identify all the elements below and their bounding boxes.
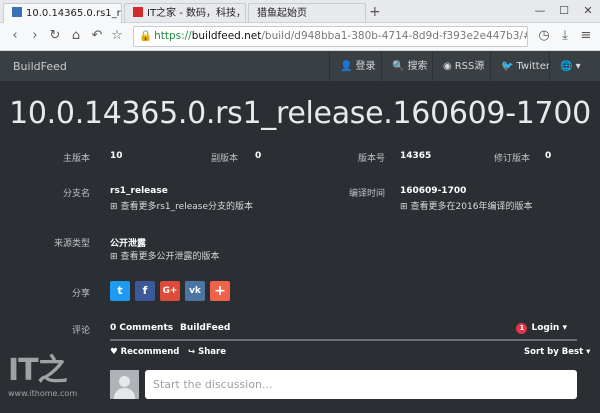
branch-value: rs1_release [110,186,168,196]
comments-count-tab[interactable]: 0 Comments [110,323,173,333]
tab-start-page[interactable]: 猎鱼起始页 [248,3,366,23]
forward-icon[interactable]: › [26,27,44,45]
globe-icon: 🌐 [560,61,573,72]
site-brand[interactable]: BuildFeed [13,51,67,82]
browser-toolbar: ‹ › ↻ ⌂ ↶ ☆ 🔒 https://buildfeed.net/build… [0,23,600,51]
maximize-icon[interactable]: ☐ [552,0,576,23]
undo-close-icon[interactable]: ↶ [88,27,106,45]
download-icon[interactable]: ⤓ [556,27,574,45]
share-arrow-icon: ↪ [188,347,196,357]
caret-down-icon: ▾ [586,347,591,357]
nav-search[interactable]: 🔍 搜索 [381,51,437,82]
compiled-more-link[interactable]: ⊞ 查看更多在2016年编译的版本 [400,199,532,212]
revision-label: 修订版本 [493,154,530,164]
twitter-share-icon[interactable]: t [110,281,130,301]
plus-square-icon: ⊞ [110,202,118,212]
history-icon[interactable]: ◷ [535,27,553,45]
share-discussion-button[interactable]: ↪ Share [188,347,226,357]
reload-icon[interactable]: ↻ [46,27,64,45]
nav-language[interactable]: 🌐 ▾ [549,51,600,82]
chevron-down-icon: ▾ [575,61,581,72]
minor-label: 副版本 [210,154,238,164]
recommend-button[interactable]: ♥ Recommend [110,347,179,357]
ithome-watermark: IT之 www.ithome.com [8,345,77,398]
rss-icon: ◉ [443,61,452,72]
branch-label: 分支名 [62,189,90,199]
close-window-icon[interactable]: ✕ [576,0,600,23]
home-icon[interactable]: ⌂ [67,27,85,45]
address-bar[interactable]: 🔒 https://buildfeed.net/build/d948bba1-38… [133,26,528,47]
buildfeed-favicon-icon [12,7,22,17]
browser-tab-bar: 10.0.14365.0.rs1_release.1 IT之家 - 数码，科技，… [0,0,600,23]
window-controls: — ☐ ✕ [528,0,600,23]
tab-buildfeed[interactable]: 10.0.14365.0.rs1_release.1 [3,3,122,23]
compiled-value: 160609-1700 [400,186,467,196]
bookmark-star-icon[interactable]: ☆ [108,27,126,45]
revision-value: 0 [545,151,552,161]
menu-icon[interactable]: ≡ [577,27,595,45]
source-more-link[interactable]: ⊞ 查看更多公开泄露的版本 [110,249,220,262]
facebook-share-icon[interactable]: f [135,281,155,301]
vk-share-icon[interactable]: vk [185,281,205,301]
heart-icon: ♥ [110,347,118,357]
plus-square-icon: ⊞ [400,202,408,212]
new-tab-icon[interactable]: + [369,3,381,21]
build-number-value: 14365 [400,151,432,161]
notification-badge: 1 [516,323,528,334]
lock-icon: 🔒 [139,30,153,42]
sort-dropdown[interactable]: Sort by Best ▾ [524,347,590,357]
major-value: 10 [110,151,123,161]
avatar [110,370,139,399]
comment-input[interactable]: Start the discussion... [145,370,577,399]
comments-label: 评论 [71,326,90,336]
nav-rss[interactable]: ◉ RSS源 [432,51,494,82]
build-page: 10.0.14365.0.rs1_release.160609-1700 主版本… [0,82,600,413]
more-share-icon[interactable]: + [210,281,230,301]
login-button[interactable]: 1 Login ▾ [516,323,567,334]
search-icon: 🔍 [392,61,405,72]
twitter-icon: 🐦 [501,61,514,72]
back-icon[interactable]: ‹ [6,27,24,45]
page-title: 10.0.14365.0.rs1_release.160609-1700 [9,96,591,131]
comments-header: 0 Comments BuildFeed 1 Login ▾ [110,319,577,341]
source-value: 公开泄露 [110,239,147,249]
build-number-label: 版本号 [357,154,385,164]
plus-square-icon: ⊞ [110,252,118,262]
watermark-url: www.ithome.com [8,389,78,398]
google-plus-share-icon[interactable]: G+ [160,281,180,301]
source-label: 来源类型 [53,239,90,249]
ithome-favicon-icon [133,7,143,17]
branch-more-link[interactable]: ⊞ 查看更多rs1_release分支的版本 [110,199,253,212]
minor-value: 0 [255,151,262,161]
nav-login[interactable]: 👤 登录 [329,51,385,82]
site-navbar: BuildFeed 👤 登录 🔍 搜索 ◉ RSS源 🐦 Twitter 🌐 ▾ [0,51,600,82]
user-icon: 👤 [340,61,353,72]
watermark-logo: IT之 [8,353,68,388]
major-label: 主版本 [62,154,90,164]
tab-ithome[interactable]: IT之家 - 数码，科技，生活 [124,3,246,23]
compiled-label: 编译时间 [348,189,385,199]
community-tab[interactable]: BuildFeed [180,323,230,333]
share-label: 分享 [71,289,90,299]
caret-down-icon: ▾ [562,323,567,333]
minimize-icon[interactable]: — [528,0,552,23]
